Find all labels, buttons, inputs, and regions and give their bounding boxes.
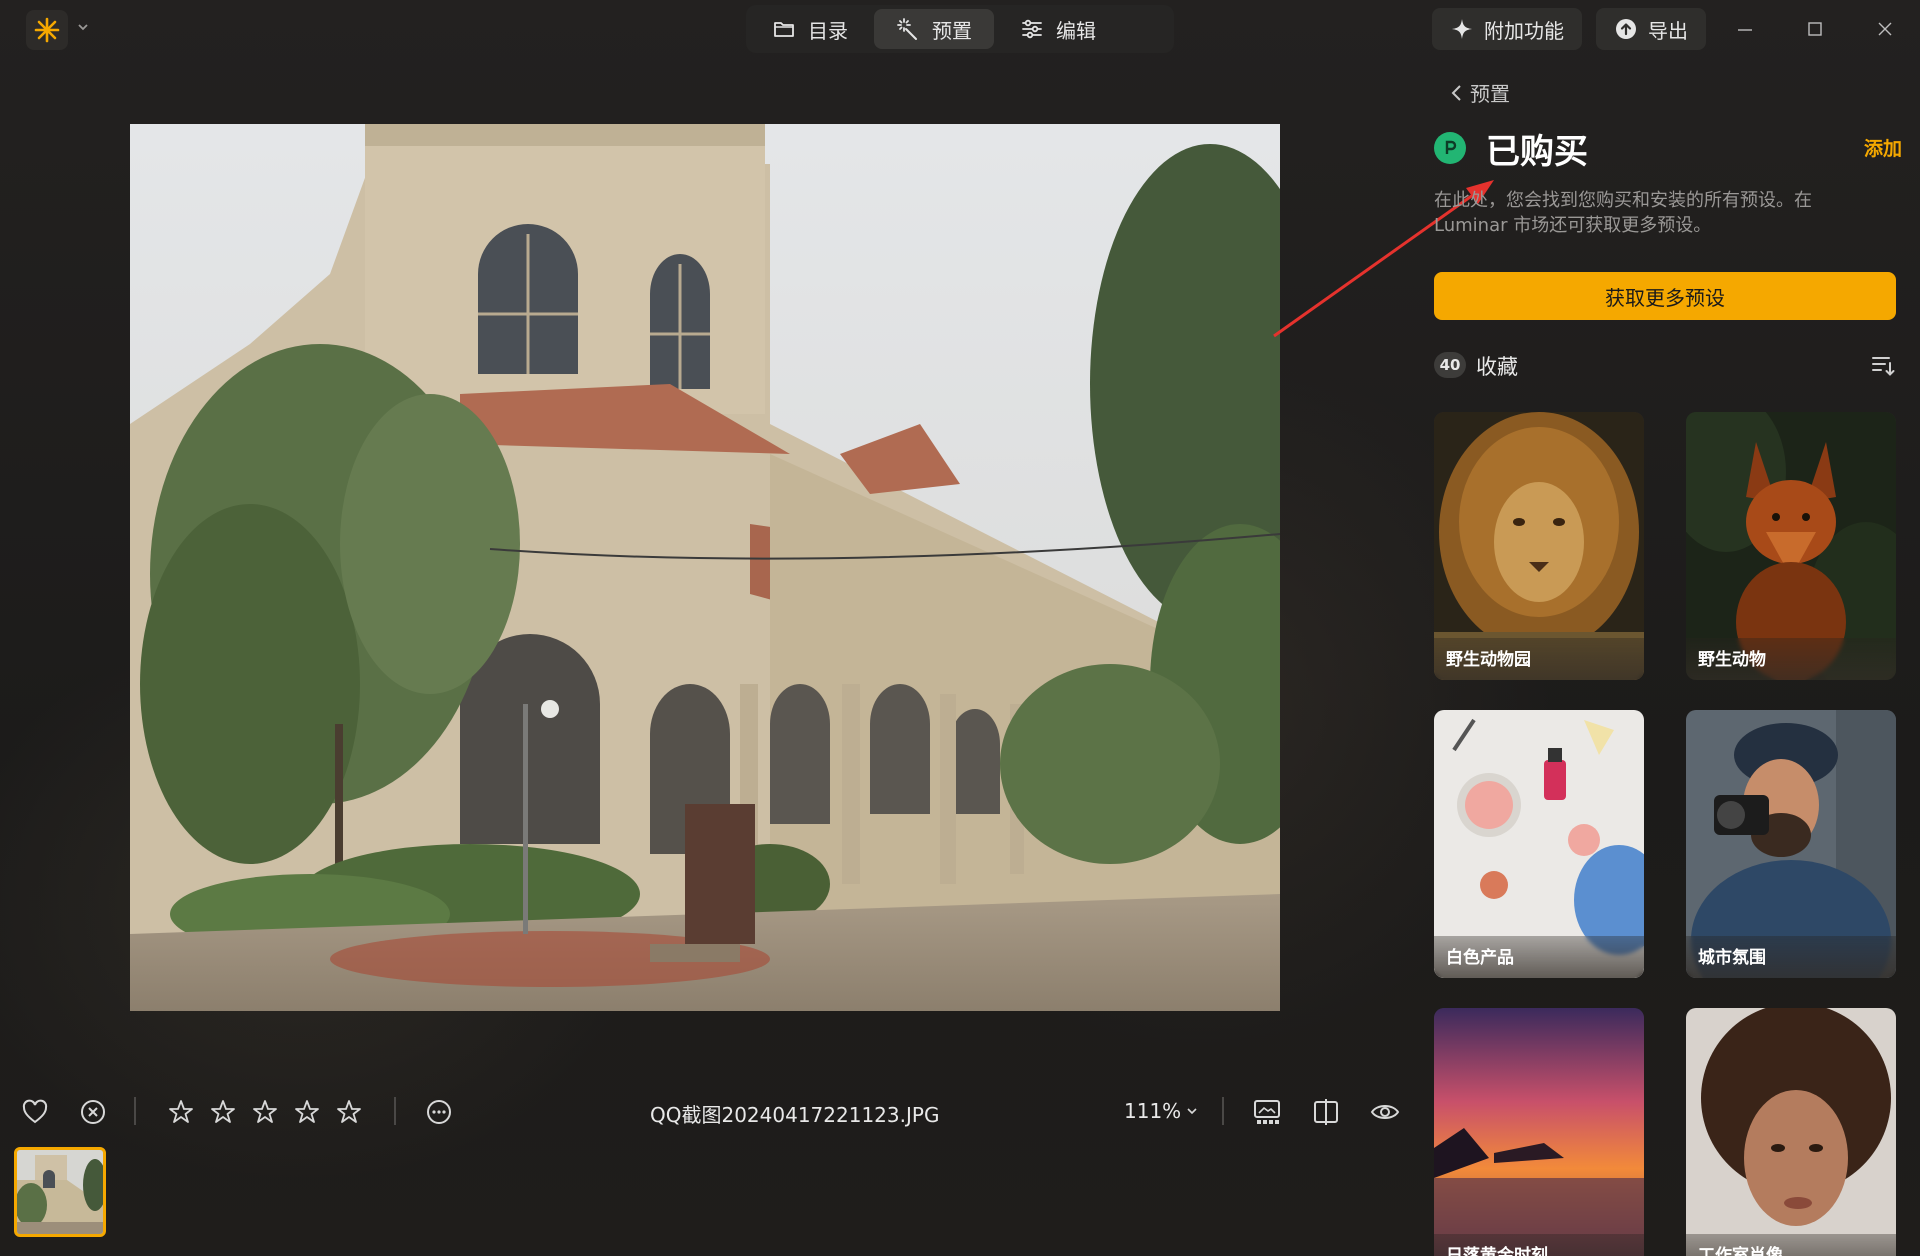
panel-title: 已购买 <box>1486 132 1588 172</box>
star-rating-1[interactable] <box>166 1097 196 1127</box>
zoom-value: 111% <box>1124 1099 1182 1123</box>
addons-label: 附加功能 <box>1484 18 1564 43</box>
sparkle-icon <box>1452 19 1472 39</box>
folder-icon <box>774 22 794 37</box>
star-icon <box>295 1100 319 1123</box>
toolbar-divider <box>394 1097 396 1125</box>
compare-split-icon <box>1314 1099 1338 1125</box>
tab-edit[interactable]: 编辑 <box>998 9 1118 49</box>
preset-label: 工作室肖像 <box>1698 1246 1783 1256</box>
star-rating-2[interactable] <box>208 1097 238 1127</box>
add-preset-link[interactable]: 添加 <box>1864 134 1902 161</box>
favorites-count-badge: 40 <box>1434 352 1466 378</box>
heart-icon <box>22 1099 48 1124</box>
panel-header: 已购买 添加 <box>1434 122 1920 172</box>
eye-icon <box>1370 1105 1400 1119</box>
sunset-thumbnail-image <box>1434 1008 1644 1256</box>
top-bar: 目录 预置 编辑 附加功能 导出 <box>0 0 1920 58</box>
zoom-dropdown[interactable]: 111% <box>1124 1099 1199 1123</box>
export-label: 导出 <box>1648 18 1688 43</box>
tab-presets[interactable]: 预置 <box>874 9 994 49</box>
sort-icon[interactable] <box>1870 352 1896 378</box>
chevron-down-icon <box>1187 1108 1197 1115</box>
magic-wand-icon <box>897 18 917 40</box>
more-dots-circle-icon <box>427 1100 451 1124</box>
image-filename: QQ截图20240417221123.JPG <box>650 1103 940 1127</box>
filmstrip-toggle-button[interactable] <box>1252 1097 1282 1127</box>
minimize-icon <box>1738 29 1752 31</box>
star-rating-5[interactable] <box>334 1097 364 1127</box>
tab-edit-label: 编辑 <box>1056 18 1096 43</box>
reject-circle-icon <box>81 1100 105 1124</box>
preset-label: 城市氛围 <box>1698 948 1766 968</box>
preset-card[interactable]: 野生动物园 <box>1434 412 1644 680</box>
back-link[interactable]: 预置 <box>1450 78 1510 107</box>
compare-button[interactable] <box>1311 1097 1341 1127</box>
preset-label: 白色产品 <box>1446 948 1514 968</box>
export-button[interactable]: 导出 <box>1596 8 1706 50</box>
close-button[interactable] <box>1872 16 1898 42</box>
presets-panel: 预置 已购买 添加 在此处，您会找到您购买和安装的所有预设。在 Luminar … <box>1420 58 1920 1256</box>
maximize-icon <box>1808 22 1822 36</box>
preset-card[interactable]: 野生动物 <box>1686 412 1896 680</box>
maximize-button[interactable] <box>1802 16 1828 42</box>
get-more-presets-button[interactable]: 获取更多预设 <box>1434 272 1896 320</box>
building-photo-image <box>130 124 1280 1011</box>
chevron-down-icon[interactable] <box>76 20 90 34</box>
star-icon <box>337 1100 361 1123</box>
favorites-header[interactable]: 40 收藏 <box>1434 348 1896 384</box>
star-rating-3[interactable] <box>250 1097 280 1127</box>
filmstrip-icon <box>1254 1100 1280 1124</box>
tab-presets-label: 预置 <box>932 18 972 43</box>
sparkle-logo-icon <box>34 17 60 43</box>
preset-label: 日落黄金时刻 <box>1446 1246 1548 1256</box>
star-rating-4[interactable] <box>292 1097 322 1127</box>
close-icon <box>1878 22 1892 36</box>
preset-card[interactable]: 日落黄金时刻 <box>1434 1008 1644 1256</box>
mode-switcher: 目录 预置 编辑 <box>746 5 1174 53</box>
star-icon <box>253 1100 277 1123</box>
filmstrip-thumbnail[interactable] <box>14 1147 106 1237</box>
preview-toggle-button[interactable] <box>1370 1097 1400 1127</box>
minimize-button[interactable] <box>1732 16 1758 42</box>
back-link-label: 预置 <box>1470 82 1510 106</box>
star-icon <box>169 1100 193 1123</box>
star-icon <box>211 1100 235 1123</box>
building-thumbnail-image <box>17 1150 103 1234</box>
main-photo-canvas[interactable] <box>130 124 1280 1011</box>
bottom-toolbar: QQ截图20240417221123.JPG 111% <box>0 1085 1420 1137</box>
panel-description: 在此处，您会找到您购买和安装的所有预设。在 Luminar 市场还可获取更多预设… <box>1434 190 1812 236</box>
portrait-thumbnail-image <box>1686 1008 1896 1256</box>
app-logo-button[interactable] <box>26 10 68 50</box>
sliders-icon <box>1022 19 1042 39</box>
tab-catalog[interactable]: 目录 <box>750 9 870 49</box>
toolbar-divider <box>1222 1097 1224 1125</box>
chevron-left-icon <box>1451 84 1461 101</box>
preset-card[interactable]: 城市氛围 <box>1686 710 1896 978</box>
preset-label: 野生动物园 <box>1446 650 1531 670</box>
purchased-badge-icon <box>1434 132 1466 164</box>
upload-circle-icon <box>1616 19 1636 39</box>
more-options-button[interactable] <box>424 1097 454 1127</box>
favorites-label: 收藏 <box>1476 355 1518 379</box>
toolbar-divider <box>134 1097 136 1125</box>
tab-catalog-label: 目录 <box>808 18 848 43</box>
preset-card[interactable]: 工作室肖像 <box>1686 1008 1896 1256</box>
favorite-button[interactable] <box>20 1097 50 1127</box>
preset-card[interactable]: 白色产品 <box>1434 710 1644 978</box>
addons-button[interactable]: 附加功能 <box>1432 8 1582 50</box>
preset-label: 野生动物 <box>1698 650 1766 670</box>
reject-button[interactable] <box>78 1097 108 1127</box>
